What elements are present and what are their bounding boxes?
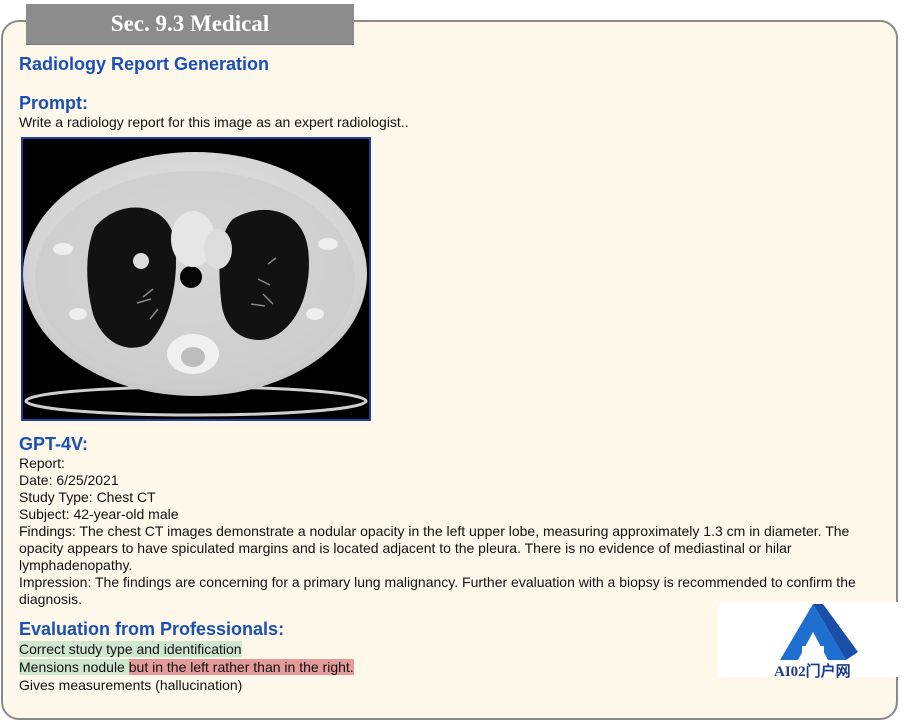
section-tab: Sec. 9.3 Medical: [26, 4, 354, 45]
gpt4v-heading: GPT-4V:: [19, 434, 89, 454]
watermark-logo-icon: [780, 604, 858, 660]
evaluation-partial-text: Mensions nodule: [19, 659, 129, 675]
report-study-type: Study Type: Chest CT: [19, 489, 156, 505]
report-line: Report:: [19, 455, 65, 471]
report-findings: Findings: The chest CT images demonstrat…: [19, 523, 850, 573]
prompt-text: Write a radiology report for this image …: [19, 114, 409, 130]
report-date: Date: 6/25/2021: [19, 472, 119, 488]
ct-scan-figure: [23, 139, 369, 419]
report-subject: Subject: 42-year-old male: [19, 506, 179, 522]
page-title: Radiology Report Generation: [19, 54, 270, 74]
watermark-text: AI02门户网: [774, 664, 851, 680]
evaluation-line-3: Gives measurements (hallucination): [19, 677, 243, 693]
main-content: Radiology Report Generation Prompt: Writ…: [19, 52, 889, 694]
prompt-heading: Prompt:: [19, 93, 88, 113]
watermark-logo: AI02门户网: [718, 602, 908, 680]
chest-ct-image: [21, 137, 371, 421]
evaluation-correct-text: Correct study type and identification: [19, 641, 242, 657]
gpt4v-report: Report: Date: 6/25/2021 Study Type: Ches…: [19, 455, 889, 608]
evaluation-error-text: but in the left rather than in the right…: [128, 659, 354, 675]
